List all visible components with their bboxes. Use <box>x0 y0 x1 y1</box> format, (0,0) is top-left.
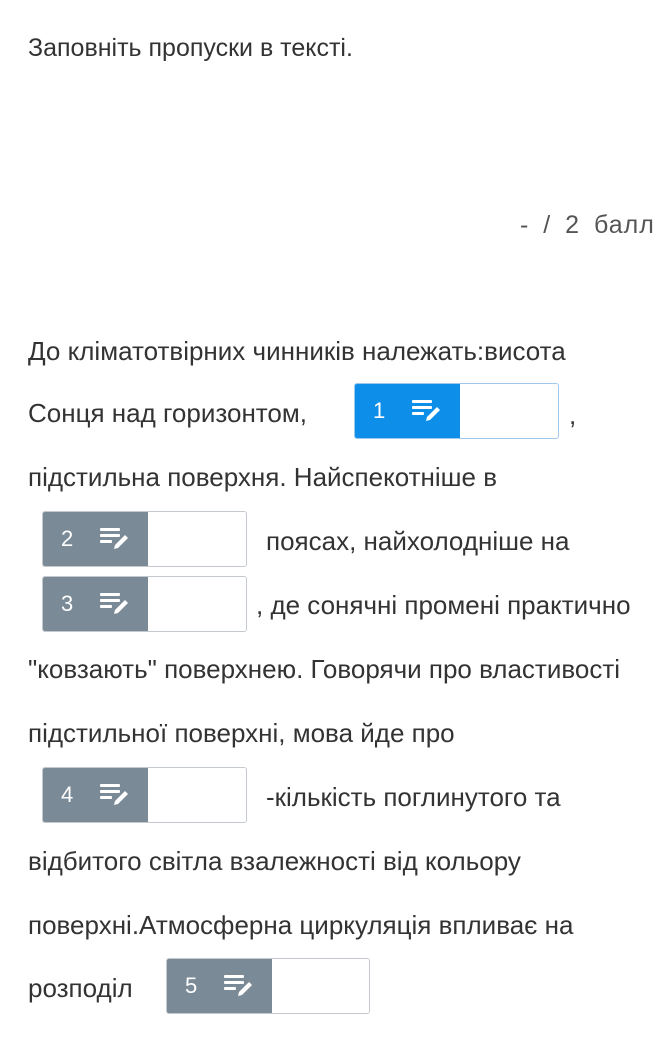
blank-5-input[interactable] <box>272 959 369 1013</box>
text-line-7: підстильної поверхні, мова йде про <box>28 718 455 748</box>
blank-5-tag[interactable]: 5 <box>167 959 272 1013</box>
blank-1-input[interactable] <box>460 384 558 438</box>
blank-2-input[interactable] <box>148 512 246 566</box>
text-line-9: відбитого світла взалежності від кольору <box>28 846 521 876</box>
instruction-heading: Заповніть пропуски в тексті. <box>28 34 353 62</box>
list-edit-icon <box>412 400 440 421</box>
blank-4-number: 4 <box>61 782 74 807</box>
blank-3[interactable]: 3 <box>42 576 247 632</box>
text-line-1: До кліматотвірних чинників належать:висо… <box>28 336 566 366</box>
text-line-2-comma: , <box>569 400 577 430</box>
blank-4-tag[interactable]: 4 <box>43 768 148 822</box>
score-indicator: - / 2 балл <box>520 211 655 239</box>
text-line-8: -кількість поглинутого та <box>266 782 561 812</box>
text-line-6: "ковзають" поверхнею. Говорячи про власт… <box>28 654 621 684</box>
text-line-4: поясах, найхолодніше на <box>266 526 570 556</box>
list-edit-icon <box>100 784 128 805</box>
blank-1-tag[interactable]: 1 <box>355 384 460 438</box>
list-edit-icon <box>100 593 128 614</box>
list-edit-icon <box>100 528 128 549</box>
blank-3-tag[interactable]: 3 <box>43 577 148 631</box>
text-line-10: поверхні.Атмосферна циркуляція впливає н… <box>28 910 574 940</box>
blank-1[interactable]: 1 <box>354 383 559 439</box>
blank-2-number: 2 <box>61 526 74 551</box>
text-line-2: Сонця над горизонтом, <box>28 398 307 428</box>
text-line-3: підстильна поверхня. Найспекотніше в <box>28 462 498 492</box>
blank-5-number: 5 <box>185 973 198 998</box>
list-edit-icon <box>224 975 252 996</box>
blank-3-input[interactable] <box>148 577 246 631</box>
blank-4-input[interactable] <box>148 768 246 822</box>
text-line-5: , де сонячні промені практично <box>256 590 631 620</box>
blank-3-number: 3 <box>61 591 74 616</box>
text-line-11: розподіл <box>28 973 133 1003</box>
blank-1-number: 1 <box>373 398 386 423</box>
blank-4[interactable]: 4 <box>42 767 247 823</box>
blank-5[interactable]: 5 <box>166 958 370 1014</box>
blank-2-tag[interactable]: 2 <box>43 512 148 566</box>
blank-2[interactable]: 2 <box>42 511 247 567</box>
